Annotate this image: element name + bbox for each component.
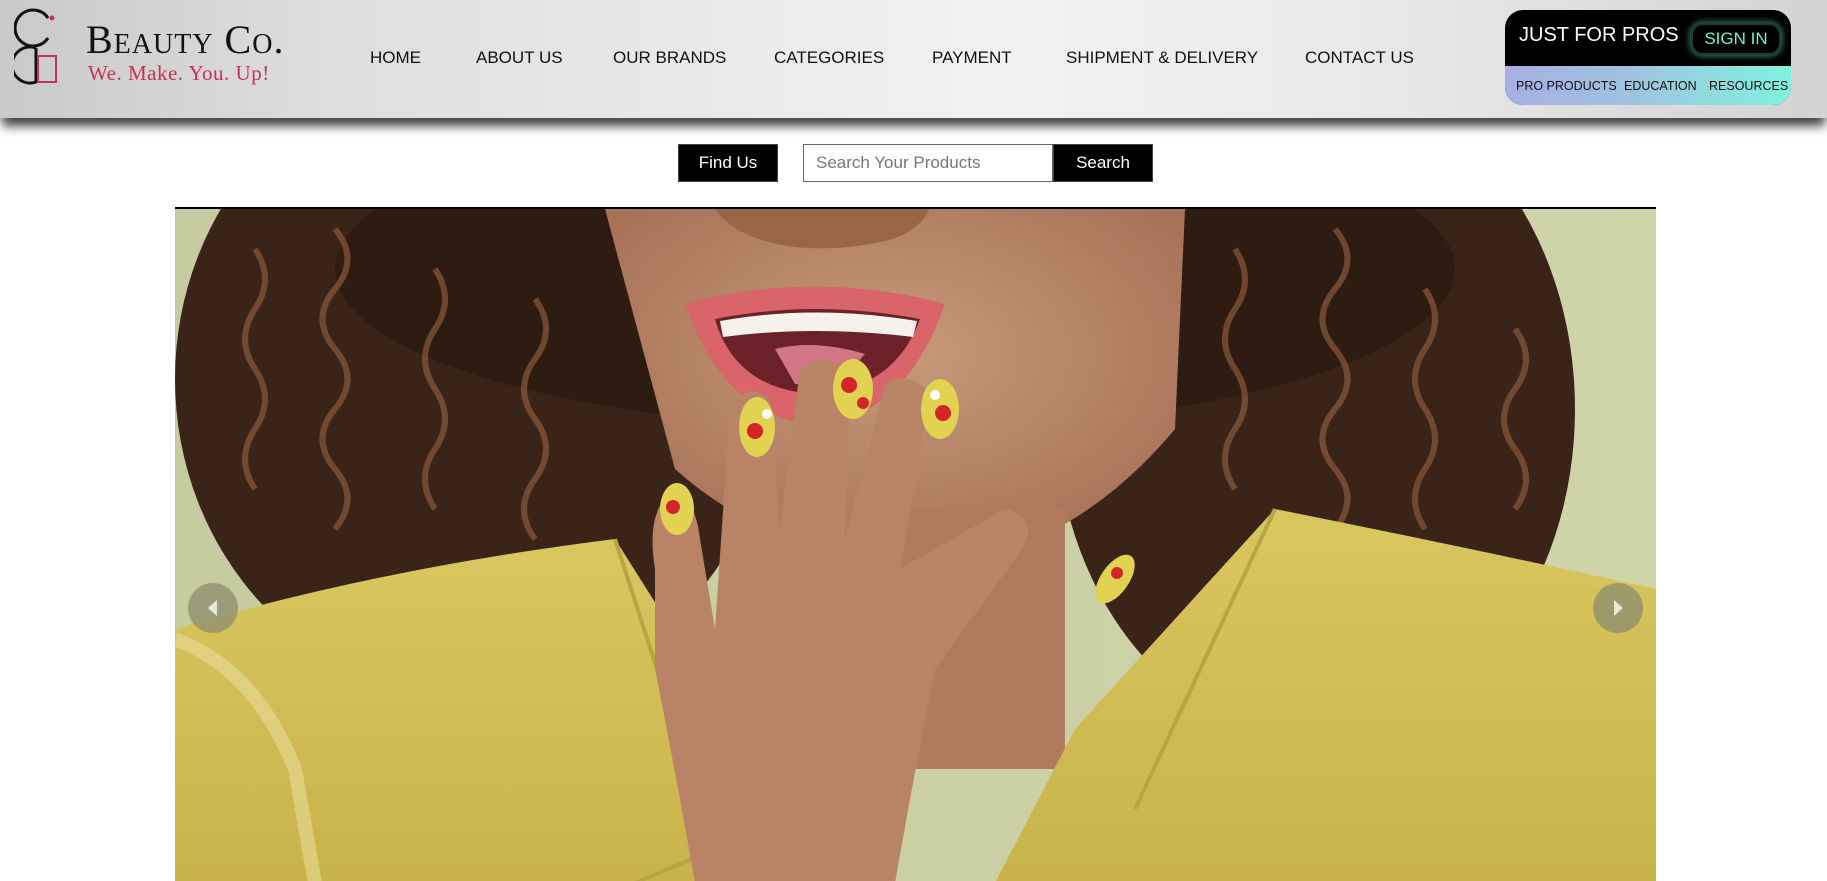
slider-next-button[interactable] bbox=[1593, 583, 1643, 633]
pro-panel-title: JUST FOR PROS bbox=[1519, 24, 1679, 46]
hero-image bbox=[175, 209, 1656, 881]
brand-logo[interactable]: Beauty Co. We. Make. You. Up! bbox=[14, 8, 314, 88]
search-input[interactable] bbox=[803, 144, 1053, 182]
nav-shipment-delivery[interactable]: SHIPMENT & DELIVERY bbox=[1066, 46, 1258, 70]
sign-in-button[interactable]: SIGN IN bbox=[1691, 23, 1781, 55]
chevron-right-icon bbox=[1614, 600, 1623, 616]
pro-link-resources[interactable]: RESOURCES bbox=[1709, 79, 1788, 93]
pro-links-bar: PRO PRODUCTS EDUCATION RESOURCES bbox=[1505, 66, 1791, 105]
nav-home[interactable]: HOME bbox=[370, 46, 421, 70]
slider-prev-button[interactable] bbox=[188, 583, 238, 633]
nav-about-us[interactable]: ABOUT US bbox=[476, 46, 563, 70]
pro-link-education[interactable]: EDUCATION bbox=[1624, 79, 1697, 93]
search-button[interactable]: Search bbox=[1053, 144, 1153, 182]
pro-link-pro-products[interactable]: PRO PRODUCTS bbox=[1516, 79, 1617, 93]
logo-mark-icon bbox=[14, 8, 57, 85]
chevron-left-icon bbox=[208, 600, 217, 616]
brand-tagline: We. Make. You. Up! bbox=[88, 61, 270, 85]
nav-payment[interactable]: PAYMENT bbox=[932, 46, 1012, 70]
find-us-button[interactable]: Find Us bbox=[678, 144, 778, 182]
nav-our-brands[interactable]: OUR BRANDS bbox=[613, 46, 726, 70]
pro-panel: JUST FOR PROS SIGN IN PRO PRODUCTS EDUCA… bbox=[1505, 10, 1791, 105]
hero-slider bbox=[175, 207, 1656, 881]
nav-categories[interactable]: CATEGORIES bbox=[774, 46, 884, 70]
site-header: Beauty Co. We. Make. You. Up! HOME ABOUT… bbox=[0, 0, 1827, 118]
brand-name: Beauty Co. bbox=[86, 17, 285, 62]
nav-contact-us[interactable]: CONTACT US bbox=[1305, 46, 1414, 70]
